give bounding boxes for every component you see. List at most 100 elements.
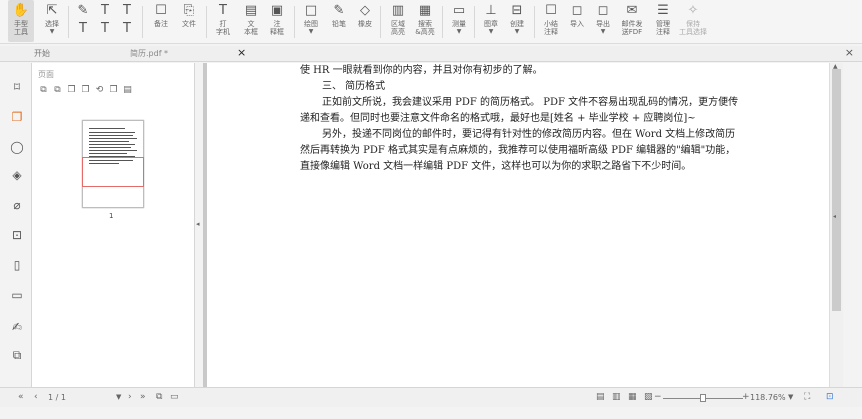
compare-icon[interactable]: ⧉ <box>9 347 25 363</box>
tool-label: 文 本框 <box>244 20 258 36</box>
page-properties-icon[interactable]: ▤ <box>122 84 133 95</box>
document-text: 使 HR 一眼就看到你的内容，并且对你有初步的了解。 三、 简历格式 正如前文所… <box>300 63 742 175</box>
page-dropdown-icon[interactable]: ▼ <box>116 392 121 403</box>
document-view: 使 HR 一眼就看到你的内容，并且对你有初步的了解。 三、 简历格式 正如前文所… <box>207 63 829 387</box>
hand-icon: ✋ <box>12 3 30 18</box>
paragraph: 使 HR 一眼就看到你的内容，并且对你有初步的了解。 <box>300 65 543 76</box>
pdf-editor-window: ✋ 手型 工具 ⇱ 选择 ▼ ✎ T T T T T ☐ 备注 ⎘ 文件 T 打… <box>0 0 862 419</box>
close-all-icon[interactable]: × <box>845 47 854 59</box>
last-page-icon[interactable]: » <box>140 392 146 403</box>
keep-tool-selected-button[interactable]: ✧ 保持 工具选择 <box>678 0 708 42</box>
file-icon: ⎘ <box>183 3 195 18</box>
zoom-slider-knob[interactable] <box>700 394 706 402</box>
continuous-facing-icon[interactable]: ▧ <box>644 392 653 403</box>
text-icon: T <box>123 21 131 36</box>
zoom-in-icon[interactable]: + <box>742 392 750 403</box>
textbox-button[interactable]: ▤ 文 本框 <box>240 0 262 42</box>
import-button[interactable]: ◻ 导入 <box>566 0 588 42</box>
layers-icon[interactable]: ◈ <box>9 167 25 183</box>
text-tool-button[interactable]: T T <box>96 0 114 42</box>
file-attach-button[interactable]: ⎘ 文件 <box>178 0 200 42</box>
insert-page-icon[interactable]: ⧉ <box>38 84 49 95</box>
page-indicator[interactable]: 1 / 1 <box>48 392 66 403</box>
drawing-button[interactable]: □ 绘图 ▼ <box>300 0 322 42</box>
manage-comments-button[interactable]: ☰ 管理 注释 <box>650 0 676 42</box>
security-icon[interactable]: ⊡ <box>9 227 25 243</box>
pin-icon: ✧ <box>687 3 699 18</box>
measure-button[interactable]: ▭ 测量 ▼ <box>448 0 470 42</box>
left-nav-rail: ⌑ ❐ ◯ ◈ ⌀ ⊡ ▯ ▭ ✍ ⧉ <box>0 63 32 387</box>
zoom-dropdown-icon[interactable]: ▼ <box>788 392 793 403</box>
tool-label: 搜索 &高亮 <box>415 20 435 36</box>
textbox-icon: ▤ <box>244 3 258 18</box>
stamp-icon: ⊥ <box>485 3 497 18</box>
panel-toolbar: ⧉ ⧉ ❐ ❐ ⟲ ❐ ▤ <box>38 84 133 95</box>
comments-icon[interactable]: ◯ <box>9 139 25 155</box>
note-button[interactable]: ☐ 备注 <box>150 0 172 42</box>
first-page-icon[interactable]: « <box>18 392 24 403</box>
tool-label: 小结 注释 <box>544 20 558 36</box>
pencil-button[interactable]: ✎ 铅笔 <box>328 0 350 42</box>
scrollbar-thumb[interactable] <box>832 69 841 311</box>
crop-page-icon[interactable]: ❐ <box>108 84 119 95</box>
facing-icon[interactable]: ▦ <box>628 392 637 403</box>
scroll-marker-icon: ◂ <box>833 213 837 220</box>
zoom-level[interactable]: 118.76% <box>750 392 786 403</box>
summary-comments-button[interactable]: ☐ 小结 注释 <box>540 0 562 42</box>
fit-page-icon[interactable]: ▭ <box>170 392 179 403</box>
form-icon[interactable]: ▭ <box>9 287 25 303</box>
manage-icon: ☰ <box>657 3 669 18</box>
text-icon: T <box>79 21 87 36</box>
tool-label: 创建 <box>510 20 524 28</box>
next-page-icon[interactable]: › <box>128 392 132 403</box>
layout-icon[interactable]: ⊡ <box>826 392 834 403</box>
text-tool-button-2[interactable]: T T <box>118 0 136 42</box>
signature-icon[interactable]: ✍ <box>9 319 25 335</box>
continuous-icon[interactable]: ▥ <box>612 392 621 403</box>
paragraph: 另外，投递不同岗位的邮件时，要记得有针对性的修改简历内容。但在 Word 文档上… <box>300 129 736 172</box>
cursor-icon: ⇱ <box>46 3 58 18</box>
chevron-down-icon: ▼ <box>308 28 314 35</box>
chevron-down-icon: ▼ <box>514 28 520 35</box>
page-thumbnail-panel: 页面 ⧉ ⧉ ❐ ❐ ⟲ ❐ ▤ 1 <box>32 63 195 387</box>
visible-area-indicator[interactable] <box>82 157 144 187</box>
tool-label: 打 字机 <box>216 20 230 36</box>
create-button[interactable]: ⊟ 创建 ▼ <box>506 0 528 42</box>
email-fdf-button[interactable]: ✉ 邮件发 送FDF <box>618 0 646 42</box>
text-icon: T <box>101 21 109 36</box>
eraser-button[interactable]: ◇ 橡皮 <box>354 0 376 42</box>
pages-icon[interactable]: ❐ <box>9 109 25 125</box>
collapse-panel-icon[interactable]: ◂ <box>196 220 200 228</box>
attachment-icon[interactable]: ⌀ <box>9 197 25 213</box>
rotate-page-icon[interactable]: ⟲ <box>94 84 105 95</box>
tool-label: 注 释框 <box>270 20 284 36</box>
single-page-icon[interactable]: ▤ <box>596 392 605 403</box>
callout-button[interactable]: ▣ 注 释框 <box>266 0 288 42</box>
fullscreen-icon[interactable]: ⛶ <box>804 392 810 403</box>
copy-page-icon[interactable]: ⧉ <box>156 392 162 403</box>
file-info-icon[interactable]: ▯ <box>9 257 25 273</box>
pencil-icon: ✎ <box>333 3 345 18</box>
close-tab-icon[interactable]: × <box>237 47 246 59</box>
pencil-tool-button[interactable]: ✎ T <box>74 0 92 42</box>
export-button[interactable]: ◻ 导出 ▼ <box>592 0 614 42</box>
select-tool-button[interactable]: ⇱ 选择 ▼ <box>40 0 64 42</box>
search-highlight-icon: ▦ <box>418 3 432 18</box>
mail-icon: ✉ <box>626 3 638 18</box>
bookmark-icon[interactable]: ⌑ <box>9 79 25 95</box>
replace-page-icon[interactable]: ❐ <box>80 84 91 95</box>
tab-start[interactable]: 开始 <box>34 48 50 62</box>
tab-resume-pdf[interactable]: 简历.pdf * <box>130 48 168 62</box>
paragraph: 正如前文所说，我会建议采用 PDF 的简历格式。 PDF 文件不容易出现乱码的情… <box>300 97 739 124</box>
area-highlight-button[interactable]: ▥ 区域 高亮 <box>386 0 410 42</box>
stamp-button[interactable]: ⊥ 图章 ▼ <box>480 0 502 42</box>
hand-tool-button[interactable]: ✋ 手型 工具 <box>8 0 34 42</box>
delete-page-icon[interactable]: ⧉ <box>52 84 63 95</box>
typewriter-button[interactable]: T 打 字机 <box>212 0 234 42</box>
vertical-scrollbar[interactable]: ▲ ◂ <box>829 63 843 387</box>
extract-page-icon[interactable]: ❐ <box>66 84 77 95</box>
tool-label: 选择 <box>45 20 59 28</box>
prev-page-icon[interactable]: ‹ <box>34 392 38 403</box>
search-highlight-button[interactable]: ▦ 搜索 &高亮 <box>412 0 438 42</box>
zoom-out-icon[interactable]: − <box>654 392 662 403</box>
